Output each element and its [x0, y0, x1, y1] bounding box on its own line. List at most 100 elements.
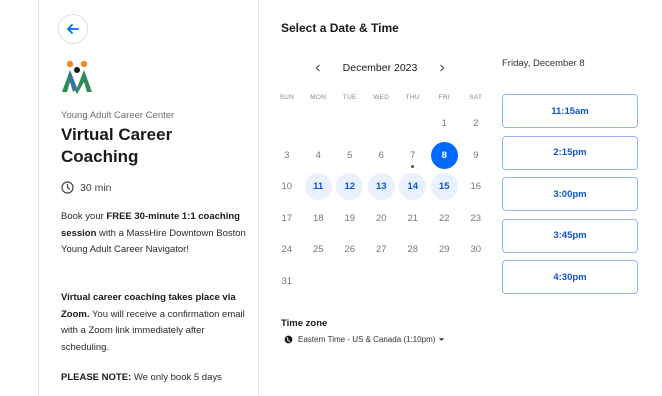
calendar-day: 10: [271, 171, 303, 203]
time-slot-button[interactable]: 2:15pm: [502, 135, 638, 170]
time-slot-button[interactable]: 4:30pm: [502, 260, 638, 294]
calendar-day-number: 8: [430, 141, 458, 169]
scheduler-title: Select a Date & Time: [281, 21, 399, 35]
calendar-day: 17: [271, 203, 303, 235]
calendar-day-number: 13: [367, 173, 395, 201]
month-navigation: December 2023: [310, 60, 450, 76]
calendar-empty-cell: [366, 108, 398, 140]
weekday-label: THU: [405, 94, 420, 101]
calendar-day: 24: [271, 234, 303, 266]
calendar-day-number: 26: [344, 244, 356, 256]
description-text: We only book 5 days: [131, 372, 222, 383]
calendar-day-number: 24: [281, 244, 293, 256]
calendar-day: 1: [429, 108, 461, 140]
calendar-day: 5: [334, 140, 366, 172]
calendar-day-number: 12: [336, 173, 364, 201]
weekday-label: MON: [310, 94, 327, 101]
calendar-empty-cell: [397, 108, 429, 140]
duration-label: 30 min: [80, 181, 112, 194]
timezone-label: Time zone: [281, 318, 328, 329]
calendar-day: 6: [366, 140, 398, 172]
calendar-day: 22: [429, 203, 461, 235]
calendar-day[interactable]: 13: [366, 171, 398, 203]
timezone-select[interactable]: Eastern Time - US & Canada (1:10pm): [284, 335, 450, 344]
calendar-day[interactable]: 12: [334, 171, 366, 203]
calendar-day[interactable]: 14: [397, 171, 429, 203]
calendar-day: 21: [397, 203, 429, 235]
weekday-label: TUE: [342, 94, 357, 101]
calendar-day[interactable]: 15: [429, 171, 461, 203]
calendar-day: 30: [460, 234, 492, 266]
calendar-day-number: 2: [473, 118, 479, 130]
calendar-day: 9: [460, 140, 492, 172]
calendar-day-number: 5: [347, 149, 353, 161]
calendar-day: 7: [397, 140, 429, 172]
calendar-day-number: 15: [430, 173, 458, 201]
description-text: Book your: [61, 211, 107, 222]
calendar-day-number: 4: [315, 149, 321, 161]
calendar-day-number: 18: [312, 212, 324, 224]
calendar-day: 20: [366, 203, 398, 235]
selected-date-heading: Friday, December 8: [502, 58, 585, 69]
event-description-note: PLEASE NOTE: We only book 5 days: [61, 370, 251, 387]
calendar-day: 25: [303, 234, 335, 266]
calendar-empty-cell: [271, 108, 303, 140]
calendar-day: 31: [271, 266, 303, 298]
event-description-zoom: Virtual career coaching takes place via …: [61, 290, 251, 356]
timezone-value: Eastern Time - US & Canada (1:10pm): [298, 335, 436, 344]
next-month-button[interactable]: [434, 60, 450, 76]
back-button[interactable]: [58, 14, 88, 44]
calendar-day: 18: [303, 203, 335, 235]
calendar-empty-cell: [303, 108, 335, 140]
weekday-label: FRI: [438, 94, 450, 101]
event-details-panel: Young Adult Career Center Virtual Career…: [38, 0, 259, 396]
description-text: PLEASE NOTE:: [61, 372, 132, 383]
clock-icon: [61, 181, 74, 194]
weekday-label: SUN: [279, 94, 295, 101]
time-slot-button[interactable]: 3:00pm: [502, 177, 638, 211]
calendar-day-number: 27: [375, 244, 387, 256]
caret-down-icon: [439, 338, 445, 341]
calendar-day: 26: [334, 234, 366, 266]
calendar-day-number: 21: [407, 212, 419, 224]
calendar-day-number: 28: [407, 244, 419, 256]
calendar-day-number: 10: [281, 181, 293, 193]
calendar-day-number: 14: [399, 173, 427, 201]
weekday-label: SAT: [469, 94, 483, 101]
organization-name: Young Adult Career Center: [61, 110, 175, 121]
calendar-day-number: 23: [470, 212, 482, 224]
calendar-day-number: 19: [344, 212, 356, 224]
calendar-day-number: 22: [438, 212, 450, 224]
calendar-empty-cell: [334, 108, 366, 140]
calendar-day-number: 31: [281, 275, 293, 287]
calendar-day-number: 17: [281, 212, 293, 224]
prev-month-button[interactable]: [310, 60, 326, 76]
arrow-left-icon: [67, 24, 79, 34]
calendar-day: 23: [460, 203, 492, 235]
calendar-day-number: 11: [304, 173, 332, 201]
time-slot-list: 11:15am 2:15pm 3:00pm 3:45pm 4:30pm: [502, 94, 638, 302]
calendar-day: 4: [303, 140, 335, 172]
time-slot-button[interactable]: 11:15am: [502, 94, 638, 128]
weekday-label: WED: [373, 94, 390, 101]
calendar-day: 28: [397, 234, 429, 266]
event-duration: 30 min: [61, 181, 112, 194]
chevron-right-icon: [440, 64, 445, 72]
description-text: You will receive a confirmation email wi…: [61, 308, 245, 353]
event-description-intro: Book your FREE 30-minute 1:1 coaching se…: [61, 209, 251, 259]
calendar-day[interactable]: 11: [303, 171, 335, 203]
chevron-left-icon: [315, 64, 320, 72]
calendar-day[interactable]: 8: [429, 140, 461, 172]
calendar-grid: 1 2 3 4 5 6 7 8 9 10 11 12 13 14 15 16 17 18 19 20 21 22 23 24 2…: [271, 108, 492, 297]
globe-icon: [284, 335, 293, 344]
time-slot-button[interactable]: 3:45pm: [502, 218, 638, 253]
calendar-day: 16: [460, 171, 492, 203]
calendar-day-number: 3: [284, 149, 290, 161]
calendar-day-number: 20: [375, 212, 387, 224]
weekday-header: SUN MON TUE WED THU FRI SAT: [271, 94, 492, 101]
organization-logo: [62, 60, 92, 94]
calendar-day-number: 25: [312, 244, 324, 256]
calendar-day-number: 6: [378, 149, 384, 161]
calendar-day-number: 30: [470, 244, 482, 256]
calendar-day: 29: [429, 234, 461, 266]
